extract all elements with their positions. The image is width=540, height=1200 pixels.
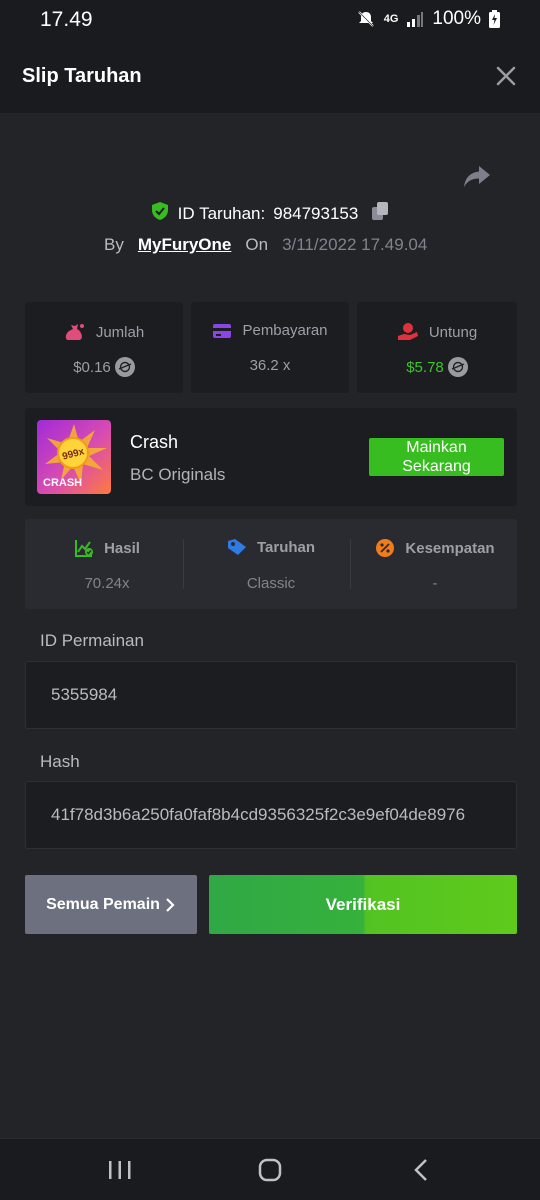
share-button[interactable]	[462, 163, 492, 191]
battery-level: 100%	[432, 8, 481, 29]
card-icon	[213, 323, 232, 338]
all-players-label: Semua Pemain	[46, 895, 160, 913]
by-label: By	[104, 235, 124, 254]
crash-game-icon: 999x CRASH	[43, 424, 107, 489]
battery-charging-icon	[489, 10, 500, 28]
status-indicators: 4G 100%	[356, 8, 500, 30]
system-nav-bar	[0, 1138, 540, 1200]
slip-header: Slip Taruhan	[0, 40, 540, 113]
bet-meta: By MyFuryOne On 3/11/2022 17.49.04	[104, 235, 427, 255]
percent-icon	[376, 539, 395, 557]
stat-value: 36.2 x	[249, 357, 291, 374]
hash-field[interactable]: 41f78d3b6a250fa0faf8b4cd9356325f2c3e9ef0…	[25, 781, 517, 849]
copy-button[interactable]	[370, 201, 390, 226]
recents-icon	[109, 1161, 131, 1179]
bet-id-row: ID Taruhan: 984793153	[0, 201, 540, 226]
game-id-field[interactable]: 5355984	[25, 661, 517, 729]
mute-icon	[356, 9, 376, 29]
stellar-coin-icon	[114, 357, 135, 377]
bet-date: 3/11/2022 17.49.04	[282, 235, 428, 254]
bet-info-card: Hasil 70.24x Taruhan Classic Kesempatan …	[25, 519, 517, 609]
chevron-right-icon	[166, 897, 175, 912]
bet-id-value: 984793153	[273, 203, 359, 223]
game-card: 999x CRASH Crash BC Originals Mainkan Se…	[25, 408, 517, 506]
user-link[interactable]: MyFuryOne	[138, 235, 232, 255]
info-result: Hasil 70.24x	[25, 519, 189, 609]
play-now-label: Mainkan Sekarang	[402, 439, 471, 475]
bet-id-label: ID Taruhan:	[177, 203, 266, 223]
home-button[interactable]	[256, 1157, 284, 1183]
home-icon	[258, 1158, 282, 1182]
game-name: Crash	[130, 432, 179, 452]
chart-check-icon	[75, 540, 94, 557]
divider	[350, 539, 351, 589]
game-thumbnail[interactable]: 999x CRASH	[37, 420, 111, 494]
game-id-value: 5355984	[51, 685, 118, 704]
recents-button[interactable]	[106, 1157, 134, 1183]
status-bar: 17.49 4G 100%	[0, 0, 540, 40]
stat-card-payout: Pembayaran 36.2 x	[191, 302, 349, 393]
hash-label: Hash	[40, 752, 80, 771]
verify-button[interactable]: Verifikasi	[209, 875, 517, 934]
info-label: Hasil	[104, 539, 140, 557]
page-title: Slip Taruhan	[22, 65, 142, 87]
stat-label: Jumlah	[95, 323, 145, 341]
verify-label: Verifikasi	[325, 894, 401, 914]
stat-label: Pembayaran	[242, 322, 328, 339]
stat-value: $0.16	[73, 358, 111, 376]
game-id-label: ID Permainan	[40, 631, 144, 650]
info-label: Kesempatan	[405, 539, 495, 557]
profit-hand-icon	[397, 323, 418, 340]
divider	[183, 539, 184, 589]
close-button[interactable]	[494, 64, 518, 88]
tag-icon	[227, 539, 246, 555]
hash-value: 41f78d3b6a250fa0faf8b4cd9356325f2c3e9ef0…	[51, 805, 466, 824]
info-value: 70.24x	[84, 575, 130, 592]
info-chance: Kesempatan -	[353, 519, 517, 609]
network-type: 4G	[383, 13, 399, 25]
stat-card-amount: Jumlah $0.16	[25, 302, 183, 393]
status-time: 17.49	[40, 8, 93, 31]
copy-icon	[372, 202, 389, 220]
info-bet-type: Taruhan Classic	[189, 519, 353, 609]
stat-card-profit: Untung $5.78	[357, 302, 517, 393]
play-now-button[interactable]: Mainkan Sekarang	[369, 438, 504, 476]
back-icon	[414, 1159, 427, 1181]
game-provider: BC Originals	[130, 465, 226, 484]
signal-icon	[406, 11, 424, 27]
close-icon	[496, 66, 516, 86]
share-icon	[464, 166, 490, 187]
info-value: Classic	[246, 575, 296, 592]
all-players-button[interactable]: Semua Pemain	[25, 875, 197, 934]
money-bag-icon	[65, 324, 84, 340]
stellar-coin-icon	[447, 357, 468, 377]
back-button[interactable]	[408, 1157, 436, 1183]
verified-shield-icon	[150, 201, 170, 226]
stat-label: Untung	[428, 323, 478, 341]
on-label: On	[245, 235, 269, 254]
thumb-text: CRASH	[43, 477, 82, 489]
stat-value-profit: $5.78	[406, 358, 444, 376]
info-label: Taruhan	[256, 538, 316, 556]
info-value: -	[432, 575, 438, 592]
